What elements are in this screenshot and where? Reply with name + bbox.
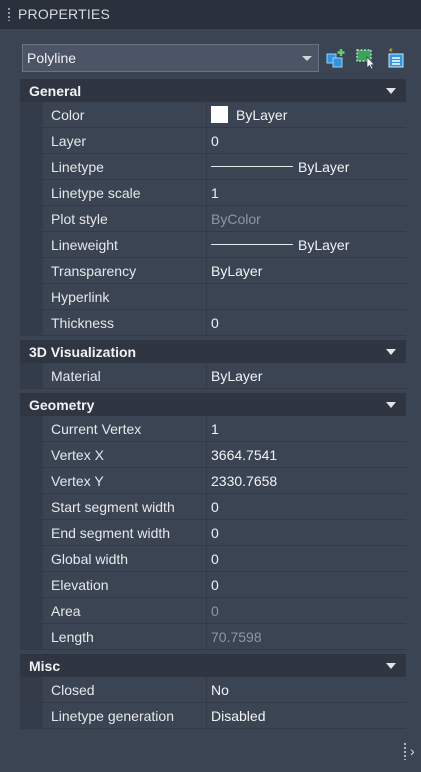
property-row-hyperlink[interactable]: Hyperlink <box>20 284 406 310</box>
toggle-pickadd-button[interactable] <box>323 45 349 71</box>
collapse-icon[interactable] <box>386 348 396 355</box>
property-value[interactable]: 1 <box>207 180 406 205</box>
toggle-pickadd-icon <box>326 49 345 68</box>
property-row-color[interactable]: Color ByLayer <box>20 102 406 128</box>
section-title: Geometry <box>29 396 95 413</box>
object-toolbar: Polyline <box>22 44 409 72</box>
property-name: Thickness <box>43 310 207 335</box>
property-name: Current Vertex <box>43 416 207 441</box>
property-row-start-segment-width[interactable]: Start segment width 0 <box>20 494 406 520</box>
property-row-thickness[interactable]: Thickness 0 <box>20 310 406 336</box>
property-name: Global width <box>43 546 207 571</box>
property-row-transparency[interactable]: Transparency ByLayer <box>20 258 406 284</box>
property-name: Color <box>43 102 207 127</box>
property-row-plot-style[interactable]: Plot style ByColor <box>20 206 406 232</box>
property-row-linetype-scale[interactable]: Linetype scale 1 <box>20 180 406 206</box>
property-name: Plot style <box>43 206 207 231</box>
property-value[interactable]: 2330.7658 <box>207 468 406 493</box>
property-value[interactable]: 0 <box>207 128 406 153</box>
property-row-layer[interactable]: Layer 0 <box>20 128 406 154</box>
property-name: Material <box>43 363 207 388</box>
property-value[interactable] <box>207 284 406 309</box>
property-name: Start segment width <box>43 494 207 519</box>
property-row-linetype-generation[interactable]: Linetype generation Disabled <box>20 703 406 729</box>
collapse-icon[interactable] <box>386 401 396 408</box>
section-header-misc[interactable]: Misc <box>20 654 406 677</box>
property-value: ByColor <box>207 206 406 231</box>
property-value: 0 <box>207 598 406 623</box>
properties-grid: General Color ByLayer Layer 0 Linetype B… <box>20 79 406 729</box>
property-value[interactable]: 1 <box>207 416 406 441</box>
property-value[interactable]: ByLayer <box>207 232 406 257</box>
property-value[interactable]: ByLayer <box>207 102 406 127</box>
property-value[interactable]: ByLayer <box>207 154 406 179</box>
section-header-geometry[interactable]: Geometry <box>20 393 406 416</box>
section-title: Misc <box>29 657 61 674</box>
section-header-general[interactable]: General <box>20 79 406 102</box>
property-name: Vertex Y <box>43 468 207 493</box>
color-swatch <box>211 106 228 123</box>
property-name: End segment width <box>43 520 207 545</box>
property-value[interactable]: 0 <box>207 494 406 519</box>
drag-grip-icon[interactable] <box>7 7 11 21</box>
quick-select-button[interactable] <box>383 45 409 71</box>
panel-title-bar[interactable]: PROPERTIES <box>0 0 421 29</box>
property-value[interactable]: 3664.7541 <box>207 442 406 467</box>
linetype-preview <box>211 166 293 167</box>
property-value[interactable]: 0 <box>207 572 406 597</box>
property-value[interactable]: 0 <box>207 310 406 335</box>
property-row-length[interactable]: Length 70.7598 <box>20 624 406 650</box>
property-row-vertex-x[interactable]: Vertex X 3664.7541 <box>20 442 406 468</box>
property-row-linetype[interactable]: Linetype ByLayer <box>20 154 406 180</box>
property-row-lineweight[interactable]: Lineweight ByLayer <box>20 232 406 258</box>
property-name: Layer <box>43 128 207 153</box>
chevron-right-icon[interactable]: › <box>410 743 415 759</box>
panel-resize-handle[interactable]: › <box>401 736 421 766</box>
property-value[interactable]: 0 <box>207 546 406 571</box>
panel-title: PROPERTIES <box>18 6 110 22</box>
property-row-global-width[interactable]: Global width 0 <box>20 546 406 572</box>
property-name: Length <box>43 624 207 649</box>
property-name: Elevation <box>43 572 207 597</box>
section-title: 3D Visualization <box>29 343 137 360</box>
collapse-icon[interactable] <box>386 662 396 669</box>
property-row-vertex-y[interactable]: Vertex Y 2330.7658 <box>20 468 406 494</box>
property-value[interactable]: 0 <box>207 520 406 545</box>
property-value: 70.7598 <box>207 624 406 649</box>
property-row-current-vertex[interactable]: Current Vertex 1 <box>20 416 406 442</box>
property-name: Linetype <box>43 154 207 179</box>
chevron-down-icon <box>302 55 312 61</box>
collapse-icon[interactable] <box>386 87 396 94</box>
quick-select-icon <box>388 48 404 68</box>
property-name: Linetype scale <box>43 180 207 205</box>
property-value[interactable]: Disabled <box>207 703 406 728</box>
section-title: General <box>29 82 82 99</box>
property-name: Vertex X <box>43 442 207 467</box>
property-name: Lineweight <box>43 232 207 257</box>
resize-grip-icon <box>403 742 407 760</box>
property-row-closed[interactable]: Closed No <box>20 677 406 703</box>
lineweight-preview <box>211 244 293 245</box>
property-name: Transparency <box>43 258 207 283</box>
section-header-3d-visualization[interactable]: 3D Visualization <box>20 340 406 363</box>
property-name: Area <box>43 598 207 623</box>
property-value[interactable]: ByLayer <box>207 258 406 283</box>
property-value[interactable]: ByLayer <box>207 363 406 388</box>
property-row-area[interactable]: Area 0 <box>20 598 406 624</box>
property-name: Linetype generation <box>43 703 207 728</box>
property-row-material[interactable]: Material ByLayer <box>20 363 406 389</box>
object-type-dropdown[interactable]: Polyline <box>22 44 319 72</box>
select-objects-button[interactable] <box>353 45 379 71</box>
property-row-elevation[interactable]: Elevation 0 <box>20 572 406 598</box>
object-type-value: Polyline <box>27 50 77 66</box>
property-value[interactable]: No <box>207 677 406 702</box>
property-name: Hyperlink <box>43 284 207 309</box>
select-objects-icon <box>356 49 376 69</box>
property-name: Closed <box>43 677 207 702</box>
property-row-end-segment-width[interactable]: End segment width 0 <box>20 520 406 546</box>
